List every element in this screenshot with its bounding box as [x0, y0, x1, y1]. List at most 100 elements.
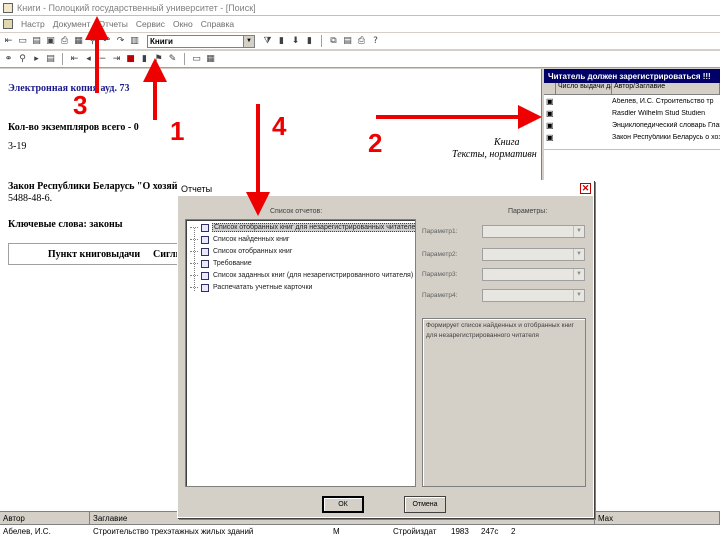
report-list[interactable]: Список отобранных книг для незарегистрир… — [185, 219, 416, 487]
annotation-label-2: 2 — [368, 128, 383, 158]
law-title-text: Закон Республики Беларусь "О хозяй — [8, 181, 178, 192]
printer-icon[interactable]: ⎙ — [356, 36, 367, 47]
copy-icon[interactable]: ⧉ — [328, 36, 339, 47]
report-item[interactable]: Распечатать учетные карточки — [190, 282, 313, 293]
params-label: Параметры: — [508, 208, 548, 215]
document-icon[interactable] — [3, 19, 13, 29]
reports-toolbar-icon[interactable]: ▥ — [129, 36, 140, 47]
report-item-label: Список заданных книг (для незарегистриро… — [213, 272, 414, 279]
report-item[interactable]: Список отобранных книг для незарегистрир… — [190, 222, 415, 233]
reports-dialog-titlebar: Отчеты ✕ — [178, 181, 593, 196]
report-item[interactable]: Список найденных книг — [190, 234, 290, 245]
report-item[interactable]: Требование — [190, 258, 253, 269]
menu-document[interactable]: Документ — [53, 19, 91, 29]
param-label: Параметр4: — [422, 291, 458, 299]
down-icon[interactable]: ⬇ — [290, 36, 301, 47]
book-icon: ▣ — [546, 132, 554, 142]
edit-icon[interactable]: ✎ — [167, 54, 178, 65]
last-icon[interactable]: ⇥ — [111, 54, 122, 65]
book-icon: ▣ — [546, 120, 554, 130]
record-series-text: Тексты, нормативн — [452, 149, 537, 160]
param-select[interactable]: ▼ — [482, 247, 585, 261]
ok-button[interactable]: ОК — [322, 496, 364, 513]
card-icon[interactable]: ▭ — [191, 54, 202, 65]
minus-icon[interactable]: − — [97, 54, 108, 65]
report-item[interactable]: Список отобранных книг — [190, 246, 293, 257]
list-item-author: Rasdler Wilhelm Stud Studien — [612, 109, 705, 117]
redo-icon[interactable]: ↷ — [115, 36, 126, 47]
divider — [544, 149, 720, 150]
column-max[interactable]: Max — [595, 512, 720, 524]
report-icon — [201, 235, 209, 244]
catalog-select-value: Книги — [150, 36, 173, 46]
find-icon[interactable]: ⚲ — [87, 36, 98, 47]
mark-icon[interactable]: ▮ — [276, 36, 287, 47]
menu-window[interactable]: Окно — [173, 19, 193, 29]
exit-icon[interactable]: ⇤ — [3, 36, 14, 47]
undo-icon[interactable]: ↶ — [101, 36, 112, 47]
cancel-button[interactable]: Отмена — [404, 496, 446, 513]
toolbar-separator — [321, 35, 322, 47]
reader-register-icon[interactable]: ⚑ — [153, 54, 164, 65]
cell-pages: 247с — [481, 527, 499, 536]
chevron-down-icon[interactable]: ▼ — [573, 248, 584, 260]
cell-year: 1983 — [451, 527, 469, 536]
list-item[interactable]: ▣ Энциклопедический словарь Глав — [544, 119, 720, 131]
catalog-select[interactable]: Книги ▼ — [147, 34, 255, 48]
book-icon: ▣ — [546, 108, 554, 118]
new-icon[interactable]: ▭ — [17, 36, 28, 47]
open-icon[interactable]: ▤ — [31, 36, 42, 47]
menu-help[interactable]: Справка — [201, 19, 234, 29]
annotation-label-3: 3 — [73, 90, 88, 120]
filter-icon[interactable]: ⧩ — [262, 36, 273, 47]
first-icon[interactable]: ⇤ — [69, 54, 80, 65]
menu-service[interactable]: Сервис — [136, 19, 165, 29]
report-item[interactable]: Список заданных книг (для незарегистриро… — [190, 270, 414, 281]
binoculars-icon[interactable]: ⚭ — [3, 54, 14, 65]
param-select[interactable]: ▼ — [482, 267, 585, 281]
list-icon[interactable]: ▤ — [45, 54, 56, 65]
preview-icon[interactable]: ▦ — [73, 36, 84, 47]
list-item[interactable]: ▣ Rasdler Wilhelm Stud Studien — [544, 107, 720, 119]
menu-reports[interactable]: Отчеты — [98, 19, 127, 29]
column-number[interactable] — [544, 83, 556, 94]
paste-icon[interactable]: ▤ — [342, 36, 353, 47]
chevron-down-icon[interactable]: ▼ — [573, 268, 584, 280]
report-icon — [201, 223, 209, 232]
list-item[interactable]: ▣ Абелев, И.С. Строительство тр — [544, 95, 720, 107]
menu-settings[interactable]: Настр — [21, 19, 45, 29]
list-item[interactable]: ▣ Закон Республики Беларусь о хоз — [544, 131, 720, 143]
param-select[interactable]: ▼ — [482, 224, 585, 238]
chevron-down-icon[interactable]: ▼ — [573, 289, 584, 301]
toolbar-secondary: ⚭ ⚲ ▸ ▤ ⇤ ◂ − ⇥ ■ ▮ ⚑ ✎ ▭ ▦ — [0, 51, 720, 68]
prev-icon[interactable]: ◂ — [83, 54, 94, 65]
chevron-down-icon[interactable]: ▼ — [243, 35, 254, 47]
column-author[interactable]: Автор — [0, 512, 90, 524]
param-row: Параметр2: ▼ — [422, 247, 587, 261]
param-row: Параметр4: ▼ — [422, 288, 587, 302]
stop-icon[interactable]: ■ — [125, 54, 136, 65]
cell-city: М — [333, 527, 340, 536]
save-icon[interactable]: ▣ — [45, 36, 56, 47]
column-author[interactable]: Автор/Заглавие — [612, 83, 720, 94]
print-icon[interactable]: ⎙ — [59, 36, 70, 47]
close-icon[interactable]: ✕ — [580, 183, 591, 194]
table-row[interactable]: Абелев, И.С. Строительство трехэтажных ж… — [0, 525, 720, 538]
annotation-label-4: 4 — [272, 111, 287, 141]
title-bar: Книги - Полоцкий государственный универс… — [0, 0, 720, 16]
bookmark-icon[interactable]: ▮ — [304, 36, 315, 47]
column-date[interactable]: Число выдачи дата — [556, 83, 612, 94]
chevron-down-icon[interactable]: ▼ — [573, 225, 584, 237]
table-icon[interactable]: ▦ — [205, 54, 216, 65]
report-item-label: Список отобранных книг для незарегистрир… — [212, 223, 415, 232]
next-icon[interactable]: ▸ — [31, 54, 42, 65]
param-select[interactable]: ▼ — [482, 288, 585, 302]
list-item-author: Энциклопедический словарь Глав — [612, 121, 720, 129]
reader-warning-header: Читатель должен зарегистрироваться !!! — [544, 69, 720, 83]
help-icon[interactable]: ? — [370, 36, 381, 47]
cell-count: 2 — [511, 527, 516, 536]
pin-icon[interactable]: ▮ — [139, 54, 150, 65]
cell-title: Строительство трехэтажных жилых зданий — [93, 527, 254, 536]
search-icon[interactable]: ⚲ — [17, 54, 28, 65]
cell-publisher: Стройиздат — [393, 527, 437, 536]
